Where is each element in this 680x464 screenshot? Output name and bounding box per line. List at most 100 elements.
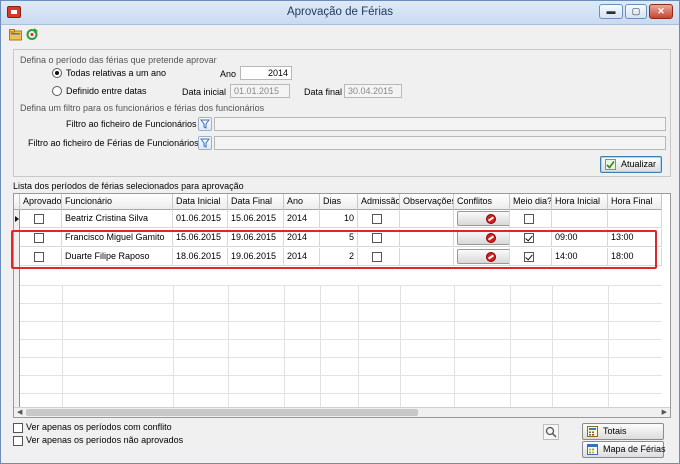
- grid-col-line: [173, 285, 174, 407]
- cell-employee: Beatriz Cristina Silva: [62, 210, 173, 228]
- cell-end-time: [608, 210, 662, 228]
- cell-year: 2014: [284, 229, 320, 247]
- grid-row-line: [20, 357, 662, 358]
- cell-start-time: 09:00: [552, 229, 608, 247]
- grid-col-line: [228, 285, 229, 407]
- cell-notes: [400, 229, 454, 247]
- cell-end-date: 15.06.2015: [228, 210, 284, 228]
- employees-filter-button[interactable]: [198, 117, 212, 131]
- table-row[interactable]: Duarte Filipe Raposo 18.06.2015 19.06.20…: [14, 248, 662, 266]
- admission-checkbox[interactable]: [372, 233, 382, 243]
- table-row[interactable]: Beatriz Cristina Silva 01.06.2015 15.06.…: [14, 210, 662, 228]
- scrollbar-thumb[interactable]: [26, 409, 418, 416]
- conflicts-button[interactable]: [457, 211, 509, 226]
- half-day-checkbox[interactable]: [524, 252, 534, 262]
- col-start-date[interactable]: Data Inicial: [173, 194, 228, 210]
- col-employee[interactable]: Funcionário: [62, 194, 173, 210]
- half-day-checkbox[interactable]: [524, 233, 534, 243]
- radio-all-year[interactable]: [52, 68, 62, 78]
- approval-window: Aprovação de Férias ▬ ▢ ✕ Defina o perío…: [0, 0, 680, 464]
- filter-panel: Defina o período das férias que pretende…: [13, 49, 671, 177]
- conflicts-button[interactable]: [457, 249, 509, 264]
- radio-date-range-label: Definido entre datas: [66, 86, 147, 96]
- close-button[interactable]: ✕: [649, 4, 673, 19]
- approved-checkbox[interactable]: [34, 233, 44, 243]
- col-end-date[interactable]: Data Final: [228, 194, 284, 210]
- folder-icon[interactable]: [9, 28, 23, 41]
- cell-notes: [400, 248, 454, 266]
- employees-filter-field[interactable]: [214, 117, 666, 131]
- radio-all-year-label: Todas relativas a um ano: [66, 68, 167, 78]
- show-unapproved-checkbox[interactable]: [13, 436, 23, 446]
- window-title: Aprovação de Férias: [286, 6, 394, 18]
- cell-end-date: 19.06.2015: [228, 248, 284, 266]
- refresh-icon[interactable]: [25, 28, 39, 41]
- employees-filter-label: Filtro ao ficheiro de Funcionários: [66, 119, 197, 129]
- col-year[interactable]: Ano: [284, 194, 320, 210]
- totals-button[interactable]: Totais: [582, 423, 664, 440]
- cell-approved: [20, 210, 62, 228]
- funnel-icon: [200, 119, 210, 129]
- admission-checkbox[interactable]: [372, 214, 382, 224]
- cell-approved: [20, 229, 62, 247]
- show-unapproved-label: Ver apenas os períodos não aprovados: [26, 435, 184, 445]
- search-icon: [545, 426, 557, 438]
- period-section-title: Defina o período das férias que pretende…: [20, 55, 217, 65]
- approved-checkbox[interactable]: [34, 214, 44, 224]
- vacations-filter-field[interactable]: [214, 136, 666, 150]
- grid-col-line: [320, 285, 321, 407]
- radio-date-range[interactable]: [52, 86, 62, 96]
- update-button-label: Atualizar: [621, 159, 657, 169]
- minimize-button[interactable]: ▬: [599, 4, 623, 19]
- cell-start-date: 01.06.2015: [173, 210, 228, 228]
- no-entry-icon: [486, 233, 496, 243]
- cell-admission: [358, 248, 400, 266]
- col-end-time[interactable]: Hora Final: [608, 194, 662, 210]
- checkmark-icon: [605, 159, 616, 170]
- cell-admission: [358, 210, 400, 228]
- cell-end-date: 19.06.2015: [228, 229, 284, 247]
- cell-days: 10: [320, 210, 358, 228]
- table-row[interactable]: Francisco Miguel Gamito 15.06.2015 19.06…: [14, 229, 662, 247]
- cell-half-day: [510, 210, 552, 228]
- end-date-field[interactable]: 30.04.2015: [344, 84, 402, 98]
- admission-checkbox[interactable]: [372, 252, 382, 262]
- grid-row-line: [20, 375, 662, 376]
- col-days[interactable]: Dias: [320, 194, 358, 210]
- vacation-map-button[interactable]: Mapa de Férias: [582, 441, 666, 458]
- grid-col-line: [454, 285, 455, 407]
- grid-row-line: [20, 303, 662, 304]
- col-notes[interactable]: Observações: [400, 194, 454, 210]
- year-field[interactable]: 2014: [240, 66, 292, 80]
- cell-days: 5: [320, 229, 358, 247]
- col-approved[interactable]: Aprovado?: [20, 194, 62, 210]
- grid-header: Aprovado? Funcionário Data Inicial Data …: [14, 194, 662, 210]
- update-button[interactable]: Atualizar: [600, 156, 662, 173]
- grid-col-line: [510, 285, 511, 407]
- col-conflicts[interactable]: Conflitos: [454, 194, 510, 210]
- col-admission[interactable]: Admissão?: [358, 194, 400, 210]
- cell-days: 2: [320, 248, 358, 266]
- toolbar: [5, 26, 65, 44]
- vacations-filter-button[interactable]: [198, 136, 212, 150]
- col-start-time[interactable]: Hora Inicial: [552, 194, 608, 210]
- cell-start-date: 15.06.2015: [173, 229, 228, 247]
- grid-col-line: [284, 285, 285, 407]
- col-half-day[interactable]: Meio dia?: [510, 194, 552, 210]
- cell-employee: Duarte Filipe Raposo: [62, 248, 173, 266]
- cell-start-time: [552, 210, 608, 228]
- approved-checkbox[interactable]: [34, 252, 44, 262]
- scroll-right-icon[interactable]: ▶: [662, 408, 667, 417]
- horizontal-scrollbar[interactable]: ◀ ▶: [14, 407, 670, 417]
- cell-start-time: 14:00: [552, 248, 608, 266]
- vacations-grid: Aprovado? Funcionário Data Inicial Data …: [13, 193, 671, 418]
- year-label: Ano: [220, 69, 237, 79]
- start-date-field[interactable]: 01.01.2015: [230, 84, 290, 98]
- maximize-button[interactable]: ▢: [625, 4, 647, 19]
- conflicts-button[interactable]: [457, 230, 509, 245]
- half-day-checkbox[interactable]: [524, 214, 534, 224]
- scroll-left-icon[interactable]: ◀: [17, 408, 22, 417]
- grid-col-line: [400, 285, 401, 407]
- show-conflicts-checkbox[interactable]: [13, 423, 23, 433]
- search-button[interactable]: [543, 424, 559, 440]
